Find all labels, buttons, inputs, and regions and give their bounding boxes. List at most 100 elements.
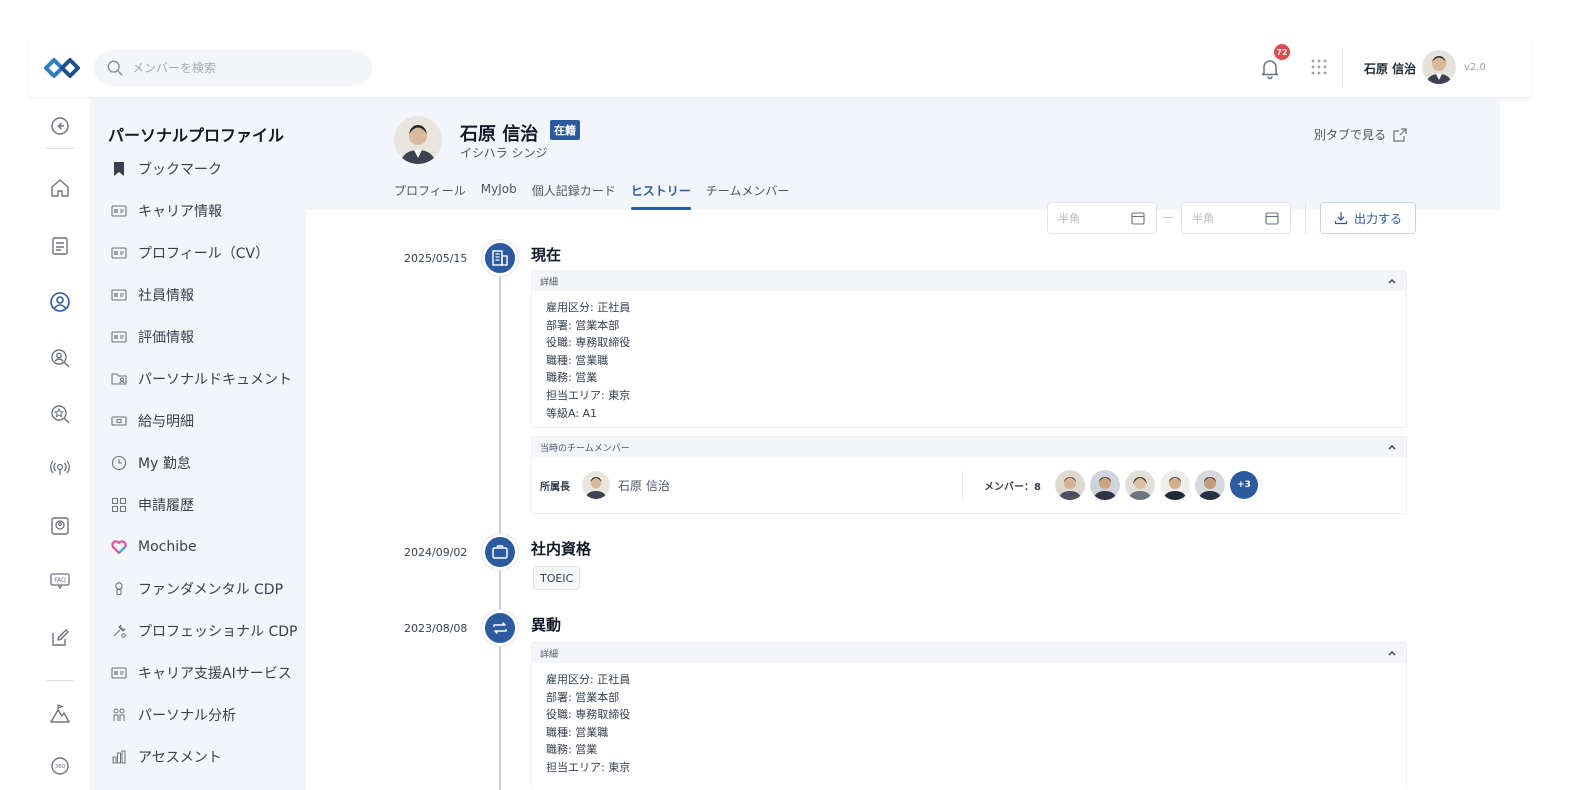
app-logo-icon[interactable] bbox=[42, 54, 82, 82]
document-icon[interactable] bbox=[48, 234, 72, 258]
manager-avatar[interactable] bbox=[582, 471, 610, 499]
detail-heading: 詳細 bbox=[540, 277, 559, 288]
sidebar-item-payslip[interactable]: 給与明細 bbox=[110, 410, 194, 432]
faq-icon[interactable]: FAQ bbox=[48, 568, 72, 592]
svg-text:360: 360 bbox=[55, 764, 66, 770]
tab-team-members[interactable]: チームメンバー bbox=[706, 182, 790, 210]
detail-line: 職務: 営業 bbox=[546, 371, 598, 385]
more-members-button[interactable]: +3 bbox=[1229, 471, 1258, 499]
tab-history[interactable]: ヒストリー bbox=[630, 182, 691, 210]
broadcast-icon[interactable] bbox=[48, 456, 72, 480]
member-avatar[interactable] bbox=[1159, 470, 1190, 500]
member-avatar[interactable] bbox=[1124, 470, 1155, 500]
date-from-field[interactable]: 半角 bbox=[1047, 202, 1157, 234]
profile-kana: イシハラ シンジ bbox=[460, 146, 548, 160]
id-card-icon bbox=[110, 664, 128, 682]
mountain-goal-icon[interactable] bbox=[48, 702, 72, 726]
detail-heading: 詳細 bbox=[540, 649, 559, 660]
timeline-date: 2024/09/02 bbox=[404, 546, 468, 559]
sidebar-item-attendance[interactable]: My 勤怠 bbox=[110, 452, 191, 474]
tab-profile[interactable]: プロフィール bbox=[394, 182, 466, 210]
detail-line: 担当エリア: 東京 bbox=[546, 388, 631, 402]
open-new-tab-label: 別タブで見る bbox=[1314, 128, 1387, 142]
detail-line: 部署: 営業本部 bbox=[546, 690, 620, 704]
chevron-up-icon[interactable] bbox=[1386, 275, 1398, 287]
sidebar-item-personal-docs[interactable]: パーソナルドキュメント bbox=[110, 368, 292, 390]
team-row: 所属長 石原 信治 メンバー：8 +3 bbox=[532, 457, 1406, 513]
sidebar-item-fundamental-cdp[interactable]: ファンダメンタル CDP bbox=[110, 578, 283, 600]
edit-icon[interactable] bbox=[48, 626, 72, 650]
sidebar-item-career[interactable]: キャリア情報 bbox=[110, 200, 222, 222]
sidebar-item-label: 評価情報 bbox=[138, 330, 194, 346]
building-icon bbox=[482, 240, 518, 276]
sidebar-item-label: ファンダメンタル CDP bbox=[138, 582, 284, 598]
sidebar-item-evaluation[interactable]: 評価情報 bbox=[110, 326, 194, 348]
sidebar-item-assessment[interactable]: アセスメント bbox=[110, 746, 222, 768]
sidebar-item-label: キャリア支援AIサービス bbox=[138, 666, 292, 682]
detail-line: 職種: 営業職 bbox=[546, 725, 609, 739]
sidebar-item-career-ai[interactable]: キャリア支援AIサービス bbox=[110, 662, 292, 684]
member-search-icon[interactable] bbox=[48, 346, 72, 370]
member-avatar[interactable] bbox=[1194, 470, 1225, 500]
sidebar-item-application-history[interactable]: 申請履歴 bbox=[110, 494, 194, 516]
timeline-date: 2023/08/08 bbox=[404, 622, 468, 635]
sidebar-item-label: アセスメント bbox=[138, 750, 222, 766]
sidebar-item-bookmark[interactable]: ブックマーク bbox=[110, 158, 222, 180]
member-avatar[interactable] bbox=[1054, 470, 1085, 500]
sidebar-item-label: パーソナルドキュメント bbox=[138, 372, 292, 388]
sidebar-item-label: プロフェッショナル CDP bbox=[138, 624, 298, 640]
team-panel-header[interactable]: 当時のチームメンバー bbox=[532, 437, 1406, 457]
tab-myjob[interactable]: MyJob bbox=[481, 182, 517, 210]
sidebar-item-profile-cv[interactable]: プロフィール（CV） bbox=[110, 242, 269, 264]
apps-grid-icon[interactable] bbox=[1310, 58, 1328, 76]
id-card-icon bbox=[110, 328, 128, 346]
sidebar-item-professional-cdp[interactable]: プロフェッショナル CDP bbox=[110, 620, 297, 642]
manager-name[interactable]: 石原 信治 bbox=[618, 477, 670, 494]
member-avatar[interactable] bbox=[1089, 470, 1120, 500]
sidebar-item-mochibe[interactable]: Mochibe bbox=[110, 536, 197, 558]
detail-lines: 雇用区分: 正社員 部署: 営業本部 役職: 専務取締役 職種: 営業職 職務:… bbox=[532, 291, 1406, 430]
tab-record-card[interactable]: 個人記録カード bbox=[532, 182, 616, 210]
talent-search-icon[interactable] bbox=[48, 402, 72, 426]
sidebar-item-personal-analysis[interactable]: パーソナル分析 bbox=[110, 704, 236, 726]
profile-name: 石原 信治 bbox=[460, 124, 539, 145]
sidebar-item-employee-info[interactable]: 社員情報 bbox=[110, 284, 194, 306]
application-grid-icon bbox=[110, 496, 128, 514]
chevron-up-icon[interactable] bbox=[1386, 441, 1398, 453]
timeline-title: 異動 bbox=[531, 616, 562, 634]
id-badge-icon[interactable] bbox=[48, 514, 72, 538]
timeline-line bbox=[499, 258, 501, 790]
qualification-tag: TOEIC bbox=[533, 566, 581, 590]
status-badge: 在籍 bbox=[550, 120, 580, 140]
detail-line: 職種: 営業職 bbox=[546, 353, 609, 367]
header-user-avatar[interactable] bbox=[1422, 50, 1456, 84]
open-new-tab-link[interactable]: 別タブで見る bbox=[1314, 126, 1408, 143]
filter-divider bbox=[1305, 202, 1306, 234]
profile-user-icon[interactable] bbox=[48, 290, 72, 314]
briefcase-icon bbox=[482, 534, 518, 570]
rail-divider bbox=[46, 148, 74, 149]
svg-text:FAQ: FAQ bbox=[54, 577, 66, 584]
header-user-name[interactable]: 石原 信治 bbox=[1364, 60, 1416, 77]
detail-line: 雇用区分: 正社員 bbox=[546, 301, 631, 314]
sidebar-title: パーソナルプロファイル bbox=[108, 126, 285, 145]
sidebar-item-label: ブックマーク bbox=[138, 162, 222, 178]
download-icon bbox=[1334, 212, 1348, 225]
bell-icon[interactable] bbox=[1258, 56, 1282, 80]
member-search[interactable] bbox=[94, 50, 372, 86]
360-review-icon[interactable]: 360 bbox=[48, 754, 72, 778]
export-button[interactable]: 出力する bbox=[1320, 202, 1416, 234]
detail-line: 担当エリア: 東京 bbox=[546, 760, 631, 774]
date-to-field[interactable]: 半角 bbox=[1181, 202, 1291, 234]
member-avatars: メンバー：8 +3 bbox=[984, 470, 1258, 500]
date-to-placeholder: 半角 bbox=[1192, 212, 1214, 225]
detail-panel-header[interactable]: 詳細 bbox=[532, 643, 1406, 663]
collapse-nav-icon[interactable] bbox=[48, 114, 72, 138]
chevron-up-icon[interactable] bbox=[1386, 647, 1398, 659]
search-input[interactable] bbox=[132, 61, 352, 75]
detail-panel-header[interactable]: 詳細 bbox=[532, 271, 1406, 291]
top-header: 72 石原 信治 v2.0 bbox=[30, 36, 1530, 98]
tools-icon bbox=[110, 622, 128, 640]
home-icon[interactable] bbox=[48, 176, 72, 200]
profile-tabs: プロフィール MyJob 個人記録カード ヒストリー チームメンバー bbox=[394, 182, 804, 210]
